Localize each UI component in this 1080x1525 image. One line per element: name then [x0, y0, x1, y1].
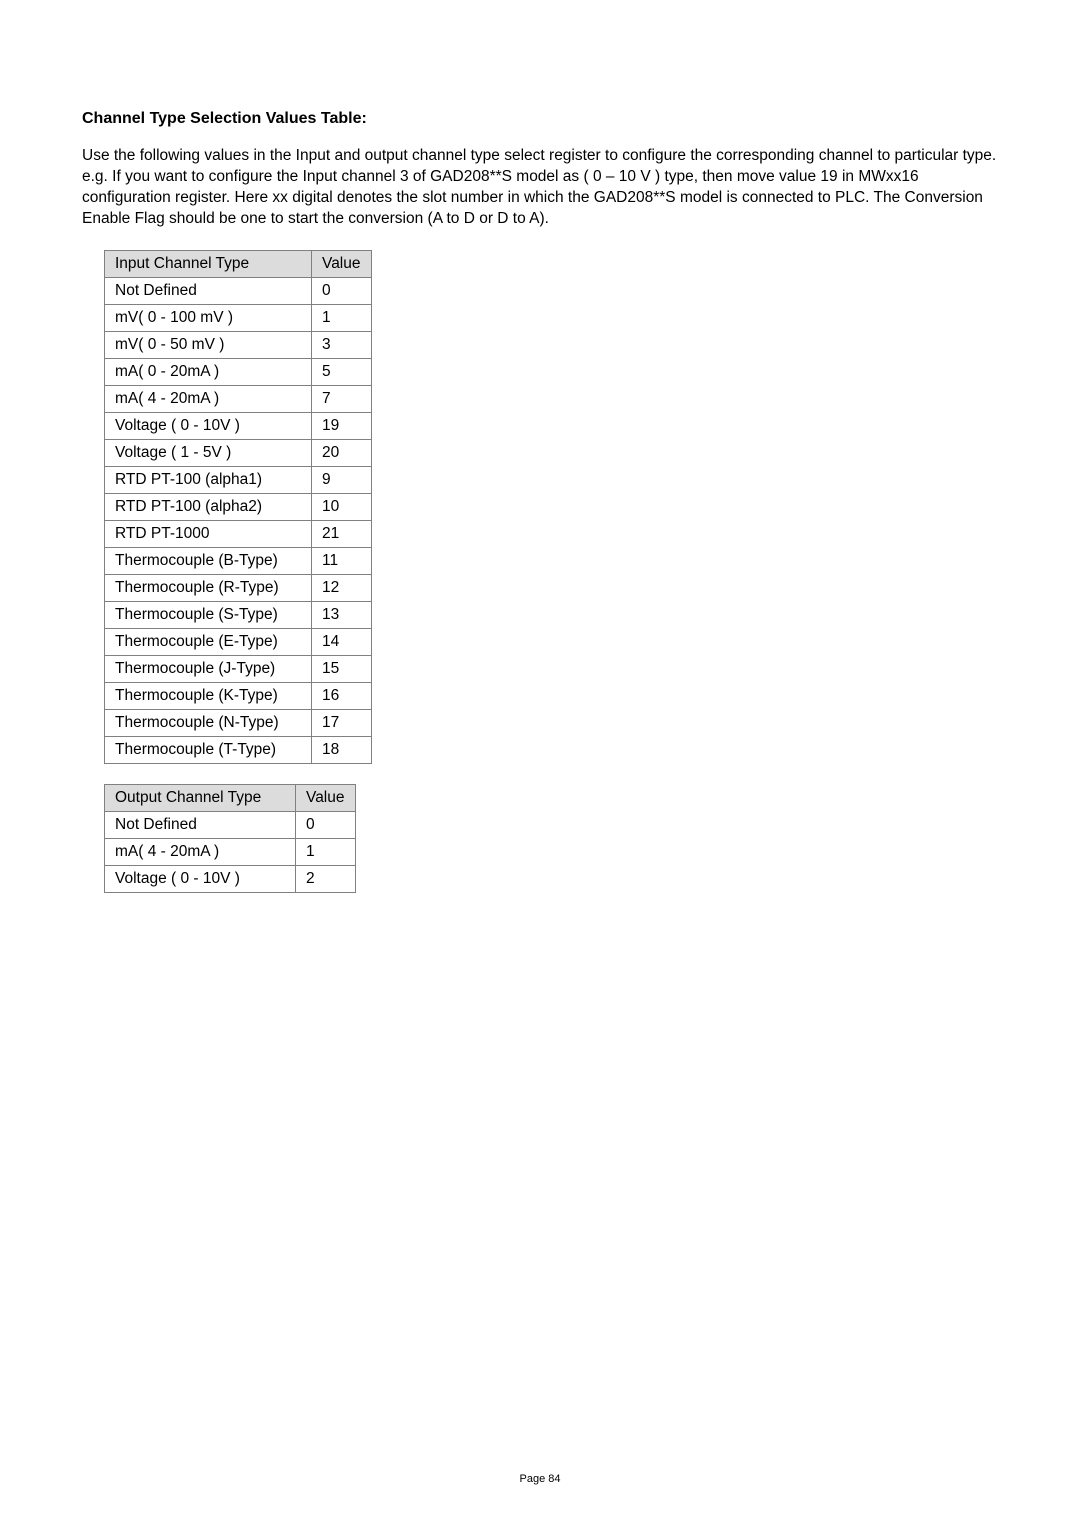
- table-row: Voltage ( 0 - 10V )19: [105, 412, 372, 439]
- input-type-cell: Thermocouple (B-Type): [105, 547, 312, 574]
- table-row: Thermocouple (S-Type)13: [105, 601, 372, 628]
- input-value-cell: 10: [312, 493, 372, 520]
- output-value-cell: 0: [296, 811, 356, 838]
- input-value-cell: 1: [312, 304, 372, 331]
- input-value-cell: 18: [312, 736, 372, 763]
- table-row: Thermocouple (N-Type)17: [105, 709, 372, 736]
- document-page: Channel Type Selection Values Table: Use…: [0, 0, 1080, 893]
- input-type-cell: Not Defined: [105, 277, 312, 304]
- table-row: RTD PT-100 (alpha2)10: [105, 493, 372, 520]
- input-type-cell: mA( 0 - 20mA ): [105, 358, 312, 385]
- table-header-row: Output Channel Type Value: [105, 784, 356, 811]
- input-type-cell: Thermocouple (T-Type): [105, 736, 312, 763]
- input-value-cell: 17: [312, 709, 372, 736]
- input-value-cell: 12: [312, 574, 372, 601]
- input-value-cell: 20: [312, 439, 372, 466]
- table-row: Thermocouple (E-Type)14: [105, 628, 372, 655]
- table-row: Thermocouple (R-Type)12: [105, 574, 372, 601]
- intro-paragraph-1: Use the following values in the Input an…: [82, 146, 1008, 167]
- input-type-cell: Thermocouple (J-Type): [105, 655, 312, 682]
- input-type-cell: RTD PT-100 (alpha1): [105, 466, 312, 493]
- input-channel-table: Input Channel Type Value Not Defined0mV(…: [104, 250, 372, 764]
- output-value-cell: 2: [296, 865, 356, 892]
- input-type-cell: RTD PT-100 (alpha2): [105, 493, 312, 520]
- input-value-cell: 5: [312, 358, 372, 385]
- output-value-cell: 1: [296, 838, 356, 865]
- input-value-cell: 13: [312, 601, 372, 628]
- table-row: mA( 0 - 20mA )5: [105, 358, 372, 385]
- input-type-cell: mV( 0 - 50 mV ): [105, 331, 312, 358]
- table-row: Voltage ( 1 - 5V )20: [105, 439, 372, 466]
- output-type-cell: Not Defined: [105, 811, 296, 838]
- output-type-cell: mA( 4 - 20mA ): [105, 838, 296, 865]
- table-row: RTD PT-100021: [105, 520, 372, 547]
- intro-paragraph-2: e.g. If you want to configure the Input …: [82, 167, 1008, 230]
- output-type-cell: Voltage ( 0 - 10V ): [105, 865, 296, 892]
- input-type-cell: mV( 0 - 100 mV ): [105, 304, 312, 331]
- input-value-cell: 3: [312, 331, 372, 358]
- page-footer: Page 84: [0, 1473, 1080, 1485]
- input-type-cell: mA( 4 - 20mA ): [105, 385, 312, 412]
- input-type-cell: Thermocouple (E-Type): [105, 628, 312, 655]
- table-header-row: Input Channel Type Value: [105, 250, 372, 277]
- input-type-cell: Voltage ( 0 - 10V ): [105, 412, 312, 439]
- input-value-cell: 9: [312, 466, 372, 493]
- output-table-body: Not Defined0mA( 4 - 20mA )1Voltage ( 0 -…: [105, 811, 356, 892]
- input-type-cell: Thermocouple (K-Type): [105, 682, 312, 709]
- input-type-cell: RTD PT-1000: [105, 520, 312, 547]
- input-value-cell: 7: [312, 385, 372, 412]
- table-row: Voltage ( 0 - 10V )2: [105, 865, 356, 892]
- input-type-cell: Voltage ( 1 - 5V ): [105, 439, 312, 466]
- table-row: Thermocouple (B-Type)11: [105, 547, 372, 574]
- input-value-cell: 19: [312, 412, 372, 439]
- input-value-cell: 15: [312, 655, 372, 682]
- input-type-cell: Thermocouple (R-Type): [105, 574, 312, 601]
- input-value-cell: 21: [312, 520, 372, 547]
- input-value-cell: 14: [312, 628, 372, 655]
- input-value-cell: 16: [312, 682, 372, 709]
- input-type-cell: Thermocouple (S-Type): [105, 601, 312, 628]
- page-number: Page 84: [520, 1473, 561, 1485]
- table-row: mA( 4 - 20mA )1: [105, 838, 356, 865]
- table-row: mV( 0 - 100 mV )1: [105, 304, 372, 331]
- output-value-header: Value: [296, 784, 356, 811]
- section-title: Channel Type Selection Values Table:: [82, 110, 1008, 128]
- table-row: mV( 0 - 50 mV )3: [105, 331, 372, 358]
- input-value-cell: 0: [312, 277, 372, 304]
- input-table-body: Not Defined0mV( 0 - 100 mV )1mV( 0 - 50 …: [105, 277, 372, 763]
- table-row: Thermocouple (J-Type)15: [105, 655, 372, 682]
- output-channel-table: Output Channel Type Value Not Defined0mA…: [104, 784, 356, 893]
- table-row: RTD PT-100 (alpha1)9: [105, 466, 372, 493]
- input-value-header: Value: [312, 250, 372, 277]
- table-row: mA( 4 - 20mA )7: [105, 385, 372, 412]
- output-type-header: Output Channel Type: [105, 784, 296, 811]
- table-row: Thermocouple (K-Type)16: [105, 682, 372, 709]
- table-row: Thermocouple (T-Type)18: [105, 736, 372, 763]
- input-type-cell: Thermocouple (N-Type): [105, 709, 312, 736]
- input-value-cell: 11: [312, 547, 372, 574]
- input-type-header: Input Channel Type: [105, 250, 312, 277]
- table-row: Not Defined0: [105, 811, 356, 838]
- table-row: Not Defined0: [105, 277, 372, 304]
